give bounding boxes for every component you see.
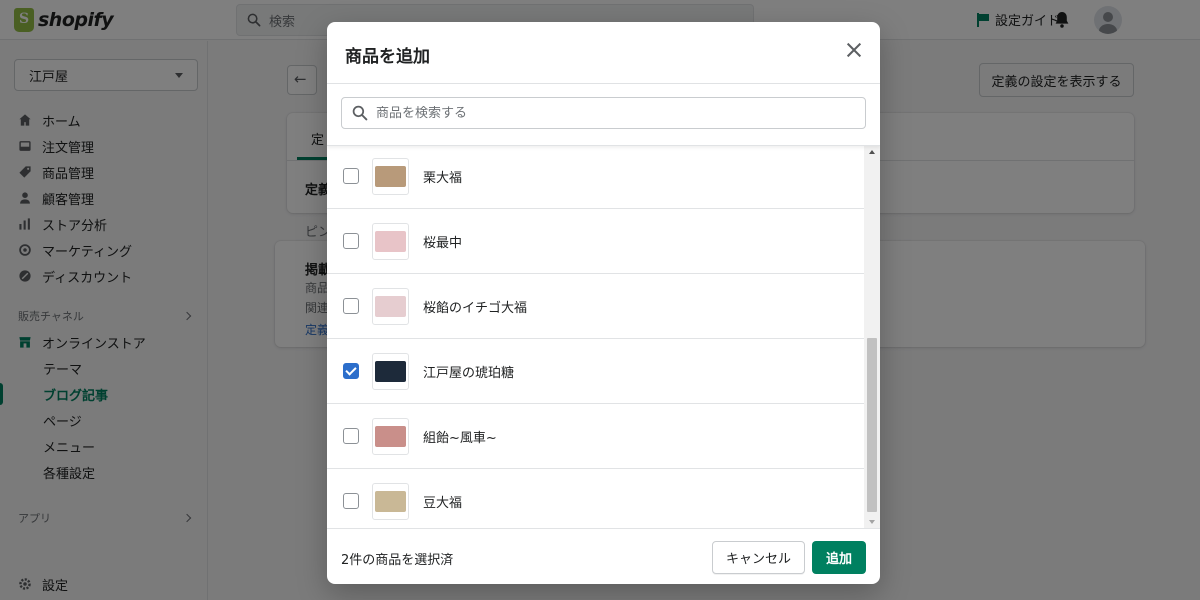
modal-footer: 2件の商品を選択済 キャンセル 追加 (327, 528, 880, 584)
product-name: 豆大福 (423, 495, 463, 511)
product-checkbox[interactable] (343, 428, 359, 444)
product-name: 桜餡のイチゴ大福 (423, 300, 528, 316)
product-thumbnail (372, 157, 409, 195)
product-image (375, 360, 406, 382)
product-search-input[interactable] (376, 105, 846, 121)
product-thumbnail (372, 417, 409, 455)
add-product-modal: 商品を追加 栗大福桜最中桜餡のイチゴ大福江戸屋の琥珀糖組飴~風車~ 豆大福 2件の… (327, 22, 880, 584)
cancel-button[interactable]: キャンセル (712, 541, 805, 574)
product-checkbox[interactable] (343, 233, 359, 249)
scroll-thumb[interactable] (867, 338, 877, 512)
product-row[interactable]: 桜餡のイチゴ大福 (327, 274, 864, 339)
close-icon[interactable] (842, 38, 866, 62)
modal-header: 商品を追加 (327, 22, 880, 84)
scrollbar[interactable] (864, 146, 880, 528)
product-row[interactable]: 桜最中 (327, 209, 864, 274)
product-image (375, 230, 406, 252)
product-thumbnail (372, 287, 409, 325)
scroll-down-arrow-icon[interactable] (869, 520, 875, 524)
product-checkbox[interactable] (343, 298, 359, 314)
product-row[interactable]: 江戸屋の琥珀糖 (327, 339, 864, 404)
product-checkbox[interactable] (343, 493, 359, 509)
add-button[interactable]: 追加 (812, 541, 866, 574)
product-image (375, 425, 406, 447)
product-name: 組飴~風車~ (423, 430, 497, 446)
product-thumbnail (372, 352, 409, 390)
product-image (375, 490, 406, 512)
product-name: 江戸屋の琥珀糖 (423, 365, 515, 381)
search-icon (352, 105, 368, 121)
product-image (375, 295, 406, 317)
product-list: 栗大福桜最中桜餡のイチゴ大福 江戸屋の琥珀糖 組飴~風車~ 豆大福 (327, 146, 880, 528)
product-row[interactable]: 豆大福 (327, 469, 864, 528)
product-checkbox[interactable] (343, 168, 359, 184)
product-row[interactable]: 組飴~風車~ (327, 404, 864, 469)
product-thumbnail (372, 482, 409, 520)
product-search-box[interactable] (341, 97, 866, 129)
product-checkbox-checked[interactable] (343, 363, 359, 379)
product-name: 桜最中 (423, 235, 463, 251)
product-search-bar (327, 84, 880, 146)
product-row[interactable]: 栗大福 (327, 146, 864, 209)
product-rows: 栗大福桜最中桜餡のイチゴ大福 江戸屋の琥珀糖 組飴~風車~ 豆大福 (327, 146, 864, 528)
scroll-up-arrow-icon[interactable] (869, 150, 875, 154)
product-image (375, 165, 406, 187)
product-thumbnail (372, 222, 409, 260)
modal-title: 商品を追加 (345, 47, 430, 67)
selected-count: 2件の商品を選択済 (341, 553, 454, 568)
product-name: 栗大福 (423, 170, 463, 186)
